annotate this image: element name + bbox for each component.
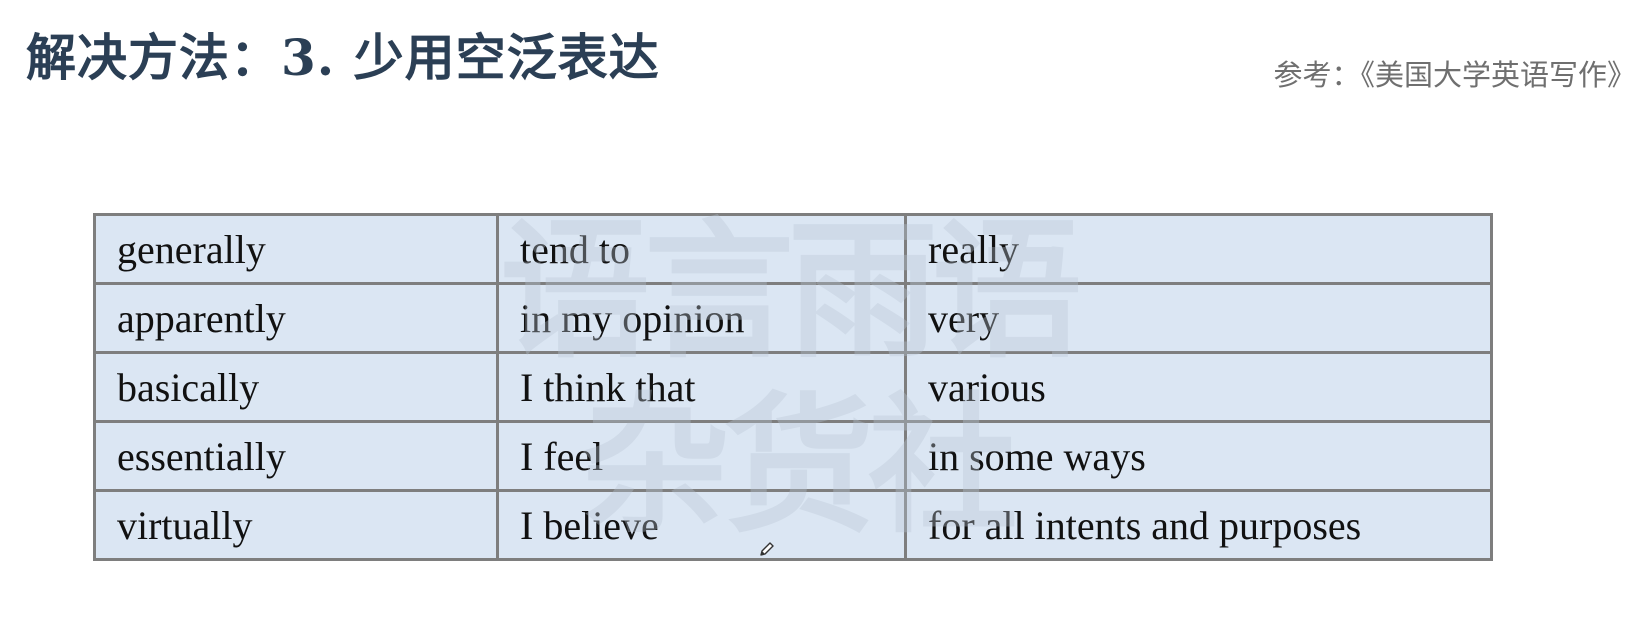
table-cell: tend to — [496, 213, 907, 285]
table-cell: virtually — [93, 489, 499, 561]
table-row: apparently in my opinion very — [93, 282, 1493, 354]
table-row: virtually I believe for all intents and … — [93, 489, 1493, 561]
table-cell: essentially — [93, 420, 499, 492]
table-cell: basically — [93, 351, 499, 423]
slide-title: 解决方法：3. 少用空泛表达 — [26, 28, 660, 87]
table-row: basically I think that various — [93, 351, 1493, 423]
table-cell: very — [904, 282, 1493, 354]
reference-note: 参考：《美国大学英语写作》 — [1273, 58, 1636, 92]
table-cell: generally — [93, 213, 499, 285]
table-cell: I believe — [496, 489, 907, 561]
table-cell: for all intents and purposes — [904, 489, 1493, 561]
table-row: essentially I feel in some ways — [93, 420, 1493, 492]
table-cell: various — [904, 351, 1493, 423]
table-cell: apparently — [93, 282, 499, 354]
pencil-icon — [760, 542, 774, 556]
table-cell: I think that — [496, 351, 907, 423]
table-cell: in my opinion — [496, 282, 907, 354]
table-cell: really — [904, 213, 1493, 285]
table-row: generally tend to really — [93, 213, 1493, 285]
phrase-table-container: generally tend to really apparently in m… — [93, 213, 1493, 561]
table-cell: in some ways — [904, 420, 1493, 492]
table-cell: I feel — [496, 420, 907, 492]
phrase-table: generally tend to really apparently in m… — [93, 213, 1493, 561]
